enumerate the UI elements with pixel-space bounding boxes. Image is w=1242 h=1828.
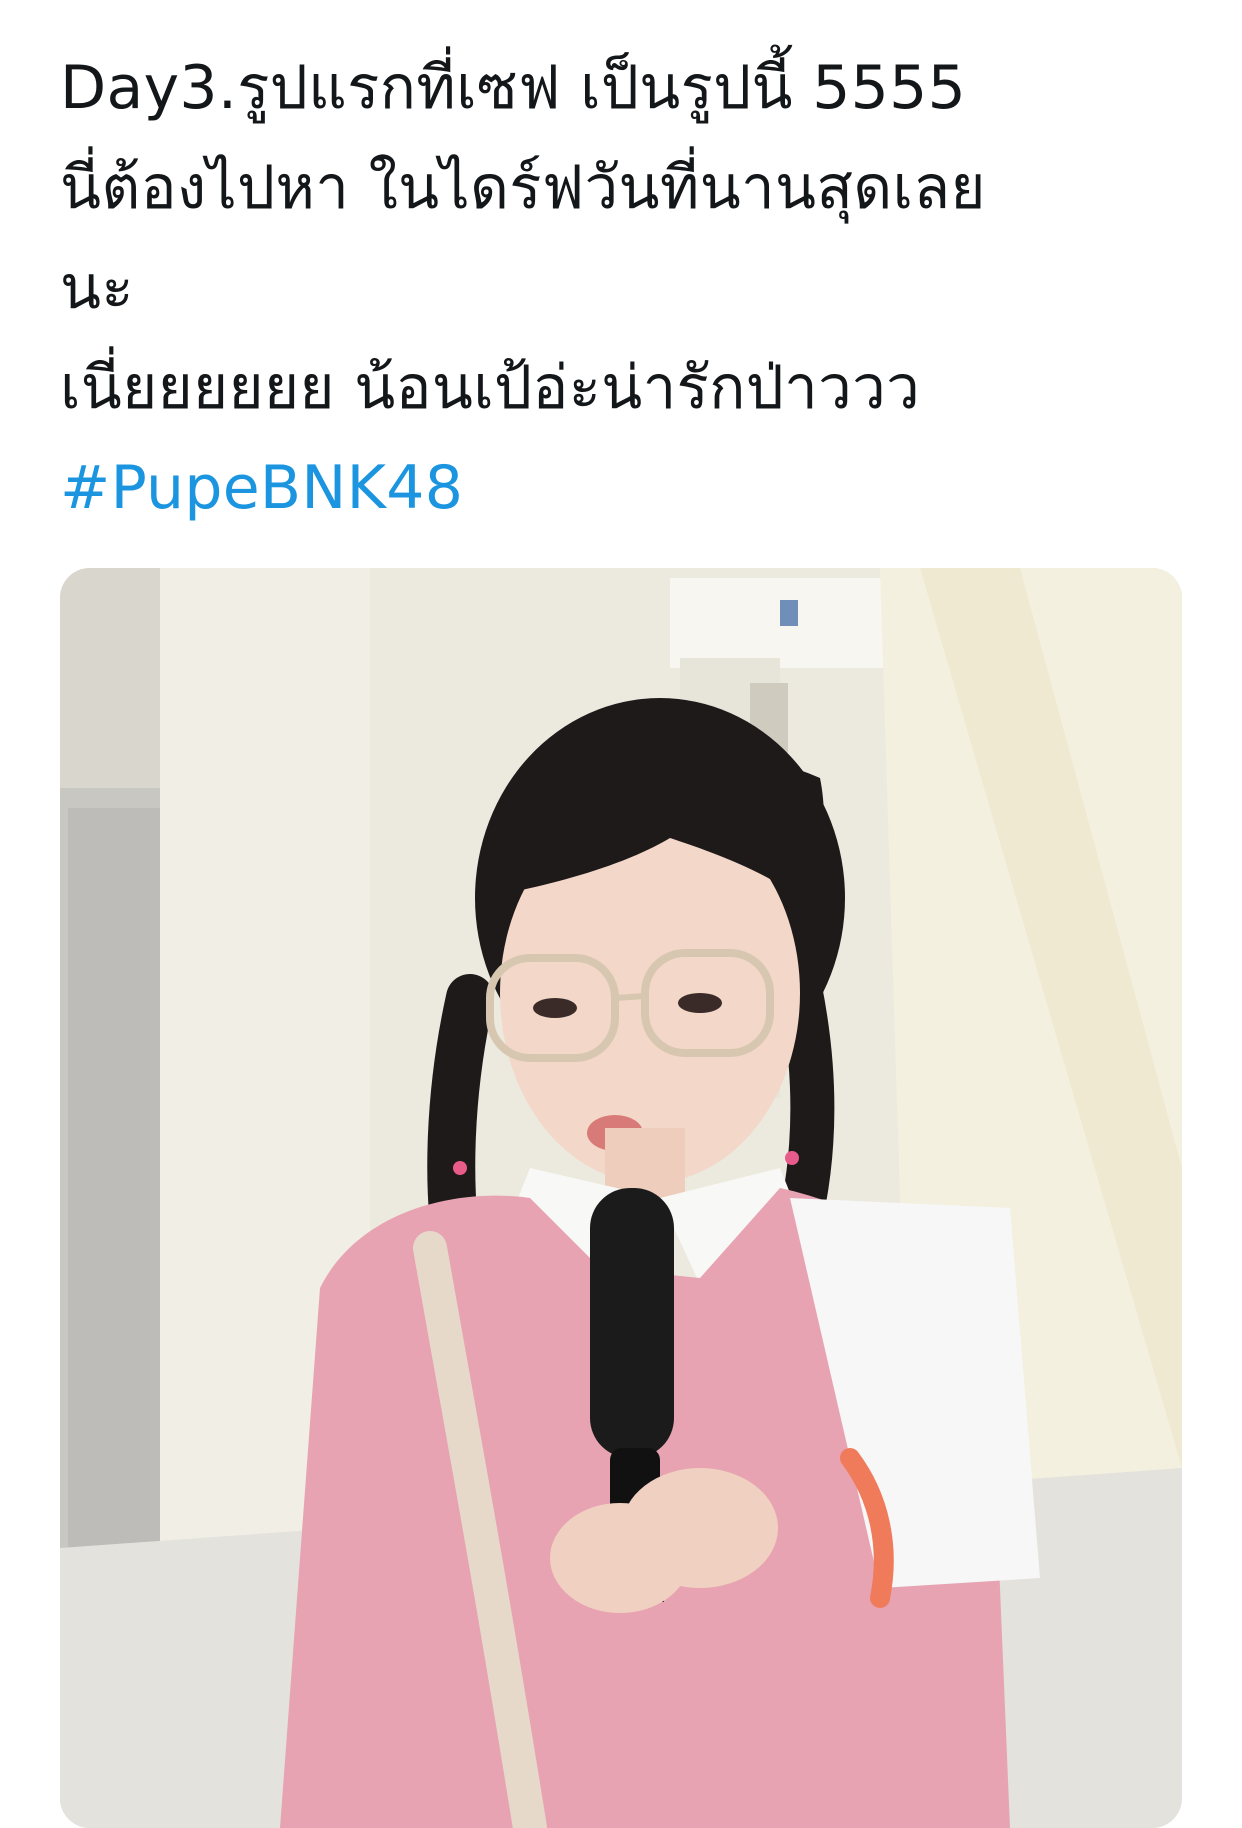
tweet-text: Day3.รูปแรกที่เซฟ เป็นรูปนี้ 5555 นี่ต้อ…: [60, 38, 1180, 538]
hashtag-link[interactable]: #PupeBNK48: [60, 438, 463, 538]
tweet-text-line: นะ: [60, 253, 134, 323]
photo-image: [60, 568, 1182, 1828]
tweet-text-line: นี่ต้องไปหา ในไดร์ฟวันที่นานสุดเลย: [60, 153, 986, 223]
tweet-photo[interactable]: [60, 568, 1182, 1828]
tweet-card: Day3.รูปแรกที่เซฟ เป็นรูปนี้ 5555 นี่ต้อ…: [0, 0, 1242, 1828]
tweet-text-line: เนี่ยยยยยย น้อนเป้อ่ะน่ารักป่าววว: [60, 353, 921, 423]
tweet-text-line: Day3.รูปแรกที่เซฟ เป็นรูปนี้ 5555: [60, 53, 967, 123]
